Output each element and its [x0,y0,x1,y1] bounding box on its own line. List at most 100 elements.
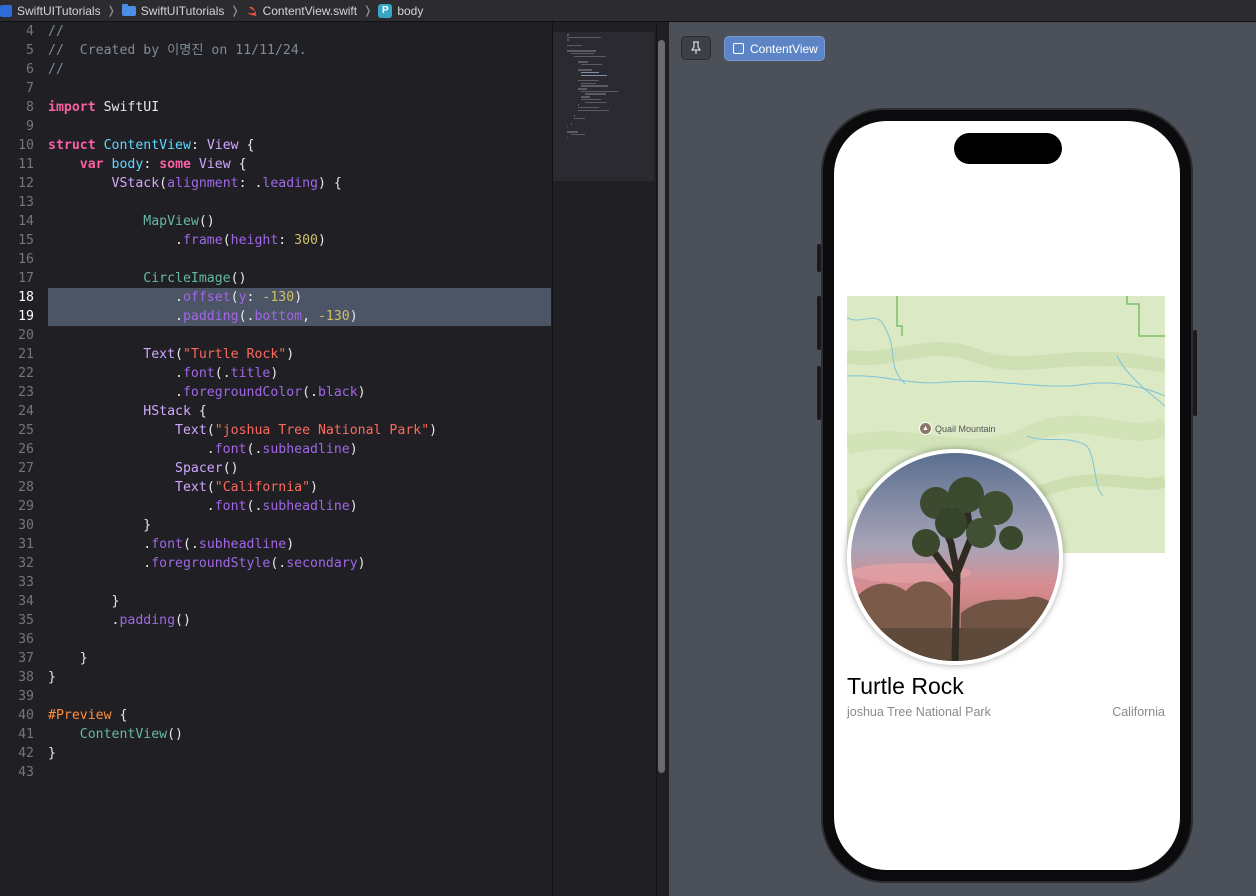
swift-file-icon [246,6,257,16]
code-token: (. [270,556,287,571]
code-token: } [48,670,56,685]
code-line[interactable]: // [48,22,64,41]
code-line[interactable]: // Created by 이명진 on 11/11/24. [48,41,307,60]
code-line[interactable]: } [48,744,56,763]
code-line[interactable]: import SwiftUI [48,98,159,117]
crumb-project[interactable]: SwiftUITutorials [0,4,101,18]
code-token: import [48,100,96,115]
code-token: . [48,290,183,305]
line-number: 9 [26,119,34,134]
side-button [1193,330,1197,416]
minimap-line [574,117,586,120]
code-token: // [48,62,64,77]
scrollbar-thumb[interactable] [658,40,665,773]
code-token: : [190,138,207,153]
place-title: Turtle Rock [847,673,964,699]
crumb-file[interactable]: ContentView.swift [246,4,357,18]
code-token: SwiftUI [95,100,160,115]
minimap-line [581,82,596,85]
minimap-line [577,109,609,112]
code-line[interactable]: .font(.subheadline) [48,497,358,516]
code-line[interactable]: HStack { [48,402,207,421]
code-line[interactable]: Text("joshua Tree National Park") [48,421,437,440]
source-editor[interactable]: 4 5 6 7 8 9 10 11 12 13 14 15 16 17 18 19 20 21 22 23 24 25 26… [0,22,552,896]
code-line[interactable]: .font(.subheadline) [48,535,294,554]
minimap-line [581,85,608,87]
code-line[interactable]: } [48,516,151,535]
minimap-viewport[interactable] [553,32,654,181]
code-token: : [143,157,160,172]
line-number: 25 [18,423,34,438]
code-line[interactable]: .frame(height: 300) [48,231,326,250]
code-line[interactable]: .font(.subheadline) [48,440,358,459]
code-token: Text [175,423,207,438]
code-token: () [230,271,247,286]
code-token: } [48,594,120,609]
code-line[interactable]: VStack(alignment: .leading) { [48,174,342,193]
code-token: font [214,442,247,457]
line-number: 35 [18,613,34,628]
code-line[interactable]: .foregroundStyle(.secondary) [48,554,365,573]
chevron-right-icon: ❭ [230,5,240,17]
code-line[interactable]: #Preview { [48,706,127,725]
minimap[interactable] [552,22,656,896]
xcode-project-icon [0,4,12,17]
pin-button[interactable] [681,36,711,60]
code-token: some [159,157,191,172]
code-line[interactable]: CircleImage() [48,269,247,288]
code-line[interactable]: .foregroundColor(.black) [48,383,366,402]
minimap-line [577,104,579,106]
code-line[interactable]: MapView() [48,212,215,231]
minimap-line [570,133,585,136]
park-label: joshua Tree National Park [847,705,991,719]
code-token: -130 [262,290,295,305]
line-number: 4 [26,24,34,39]
code-token: () [222,461,239,476]
line-number: 5 [26,43,34,58]
code-token: View [206,138,239,153]
minimap-line [585,101,606,103]
crumb-symbol[interactable]: P body [378,3,423,18]
code-line[interactable]: .font(.title) [48,364,278,383]
code-token: ) { [318,176,342,191]
code-token: height [230,233,279,248]
code-line[interactable]: var body: some View { [48,155,247,174]
code-line[interactable]: } [48,668,56,687]
line-number: 39 [18,689,34,704]
preview-selector-button[interactable]: ContentView [724,36,825,61]
code-line[interactable]: struct ContentView: View { [48,136,254,155]
code-line[interactable]: // [48,60,64,79]
code-token: (. [214,366,231,381]
code-token: Text [175,480,207,495]
code-token: ( [230,290,239,305]
preview-window-icon [733,43,744,54]
code-line[interactable]: Text("Turtle Rock") [48,345,294,364]
line-number: 16 [18,252,34,267]
code-token: (. [238,309,255,324]
code-token: MapView [143,214,199,229]
code-token: padding [182,309,239,324]
code-line[interactable]: ContentView() [48,725,183,744]
code-line[interactable]: .padding() [48,611,191,630]
code-line[interactable]: .offset(y: -130) [48,288,302,307]
code-token: () [198,214,215,229]
code-token: . [48,556,152,571]
crumb-folder[interactable]: SwiftUITutorials [121,3,224,18]
code-line[interactable]: } [48,649,88,668]
code-token: View [198,157,231,172]
code-line[interactable]: } [48,592,120,611]
code-line[interactable]: Text("California") [48,478,318,497]
minimap-line [570,123,572,125]
code-token: (. [246,499,263,514]
code-token: : . [238,176,263,191]
code-line[interactable]: Spacer() [48,459,239,478]
map-poi[interactable]: ▲ Quail Mountain [919,422,996,435]
code-token: () [175,613,191,628]
line-number: 34 [18,594,34,609]
line-number: 10 [18,138,34,153]
line-number: 41 [18,727,34,742]
code-line[interactable]: .padding(.bottom, -130) [48,307,358,326]
